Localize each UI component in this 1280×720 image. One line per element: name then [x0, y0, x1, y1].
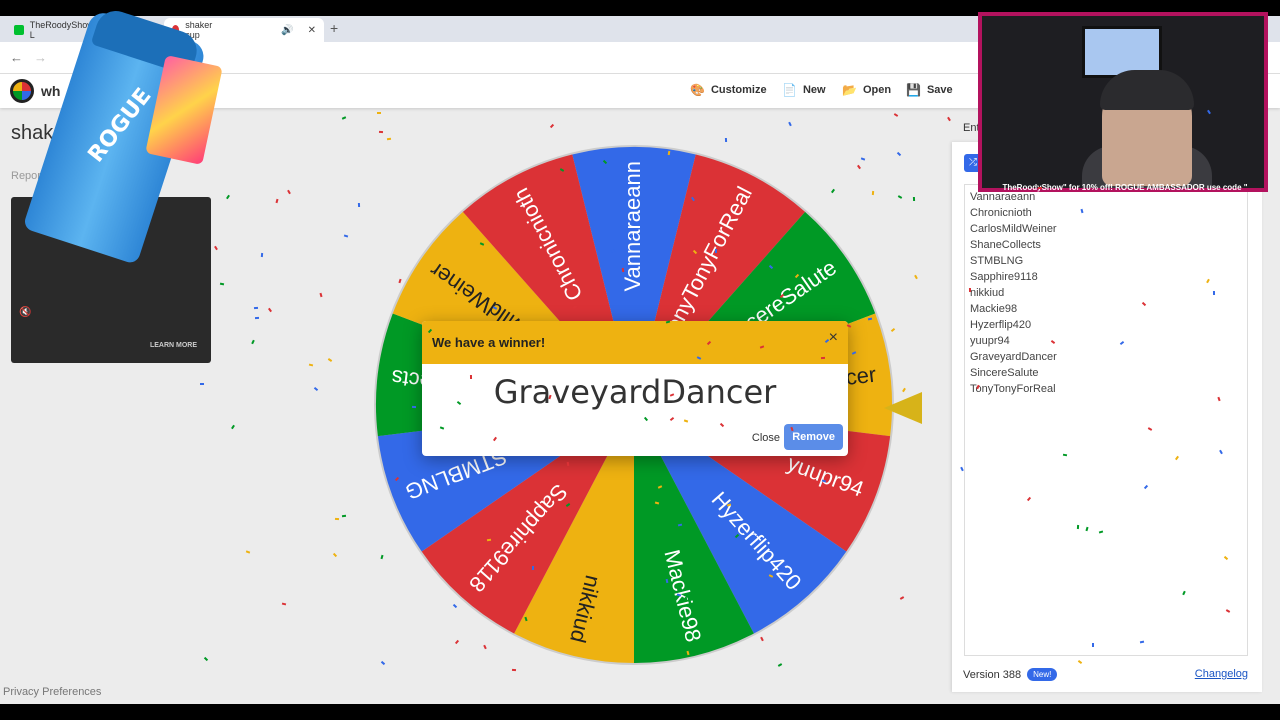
dialog-header: We have a winner! ×: [422, 321, 848, 364]
confetti-piece: [684, 597, 687, 602]
winner-name: GraveyardDancer: [493, 373, 777, 411]
changelog-link[interactable]: Changelog: [1195, 668, 1248, 680]
new-badge: New!: [1027, 668, 1058, 681]
confetti-piece: [469, 374, 472, 379]
privacy-preferences-link[interactable]: Privacy Preferences: [3, 686, 101, 698]
confetti-piece: [1063, 453, 1068, 457]
confetti-piece: [1076, 525, 1079, 530]
confetti-piece: [378, 130, 383, 134]
entry-line: Chronicnioth: [970, 207, 1032, 219]
entry-line: GraveyardDancer: [970, 351, 1057, 363]
entry-line: nikkiud: [970, 287, 1005, 299]
speaker-icon[interactable]: 🔊: [281, 25, 293, 36]
menu-label: Customize: [710, 84, 767, 96]
confetti-piece: [547, 394, 552, 400]
webcam-overlay: [978, 12, 1268, 192]
confetti-piece: [334, 517, 339, 521]
winner-dialog: We have a winner! × GraveyardDancer Clos…: [422, 321, 848, 456]
back-icon[interactable]: ←: [10, 50, 23, 65]
confetti-piece: [1037, 186, 1042, 189]
entry-line: TonyTonyForReal: [970, 383, 1056, 395]
entry-line: Sapphire9118: [970, 271, 1038, 283]
confetti-piece: [1091, 643, 1094, 648]
file-icon: 📄: [782, 83, 797, 97]
customize-button[interactable]: 🎨 Customize: [690, 83, 767, 97]
entries-panel: Ent ⤮ Vannaraeann Chronicnioth CarlosMildW…: [952, 122, 1262, 692]
version-text: Version 388: [963, 668, 1022, 681]
new-tab-button[interactable]: +: [330, 20, 338, 36]
confetti-piece: [629, 234, 634, 238]
confetti-piece: [200, 382, 205, 385]
entry-line: STMBLNG: [970, 255, 1024, 267]
entry-line: ShaneCollects: [970, 239, 1041, 251]
stream-ticker: TheRoodyShow" for 10% off! ROGUE AMBASSA…: [1002, 183, 1248, 192]
confetti-piece: [566, 461, 570, 467]
confetti-piece: [714, 249, 717, 254]
confetti-piece: [871, 190, 874, 196]
confetti-piece: [386, 137, 391, 141]
menu-label: Save: [926, 84, 953, 96]
confetti-piece: [676, 593, 682, 597]
close-button[interactable]: Close: [752, 432, 780, 444]
palette-icon: 🎨: [690, 83, 705, 97]
menu-label: New: [802, 84, 826, 96]
folder-icon: 📂: [842, 83, 857, 97]
wheel-logo-icon[interactable]: [10, 79, 34, 103]
confetti-piece: [532, 566, 535, 571]
open-button[interactable]: 📂 Open: [842, 83, 891, 97]
new-button[interactable]: 📄 New: [782, 83, 826, 97]
menu-label: Open: [862, 84, 892, 96]
close-icon[interactable]: ×: [829, 329, 838, 347]
confetti-piece: [253, 306, 259, 310]
wheel-pointer-icon: [884, 392, 922, 424]
confetti-piece: [254, 316, 259, 319]
entries-textarea[interactable]: Vannaraeann Chronicnioth CarlosMildWeiner S…: [964, 184, 1248, 656]
confetti-piece: [377, 111, 382, 114]
kick-icon: [14, 25, 24, 35]
save-button[interactable]: 💾 Save: [906, 83, 953, 97]
logo-text[interactable]: wh: [41, 83, 60, 99]
dialog-title: We have a winner!: [432, 335, 546, 350]
save-icon: 💾: [906, 83, 921, 97]
confetti-piece: [412, 405, 417, 408]
confetti-piece: [667, 151, 670, 156]
streamer-beanie: [1100, 70, 1194, 110]
close-tab-icon[interactable]: ✕: [308, 25, 316, 36]
confetti-piece: [724, 138, 727, 143]
entry-line: Hyzerflip420: [970, 319, 1032, 331]
version-info: Version 388 New!: [963, 668, 1058, 681]
entry-line: yuupr94: [970, 335, 1010, 347]
entry-line: SincereSalute: [970, 367, 1039, 379]
mute-icon[interactable]: 🔇: [19, 307, 31, 318]
brand-logo: ROGUE: [83, 83, 157, 168]
entry-line: CarlosMildWeiner: [970, 223, 1057, 235]
confetti-piece: [820, 356, 825, 360]
confetti-piece: [868, 317, 873, 320]
entry-line: Mackie98: [970, 303, 1018, 315]
forward-icon[interactable]: →: [34, 50, 47, 65]
learn-more-button[interactable]: LEARN MORE: [150, 342, 197, 349]
